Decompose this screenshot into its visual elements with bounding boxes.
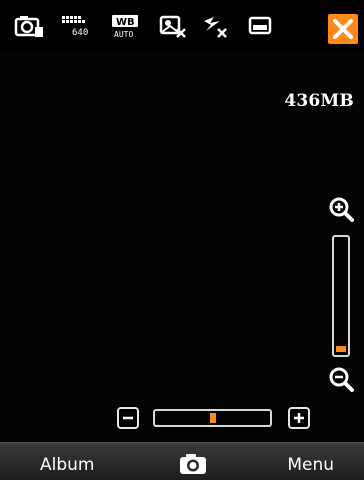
plus-icon — [294, 413, 304, 423]
storage-remaining: 436MB — [284, 91, 354, 111]
zoom-in-icon — [329, 197, 354, 222]
white-balance-auto-icon[interactable]: WB AUTO — [110, 13, 146, 39]
zoom-out-button[interactable] — [328, 366, 354, 392]
shutter-button[interactable] — [176, 452, 212, 476]
wb-label: WB — [116, 17, 135, 28]
exposure-decrease-button[interactable] — [117, 407, 139, 429]
close-icon — [333, 19, 353, 39]
shutter-camera-icon — [180, 454, 206, 474]
camera-settings-bar: 640 WB AUTO — [0, 0, 364, 50]
wb-sub-label: AUTO — [114, 30, 133, 39]
zoom-level-indicator[interactable] — [336, 346, 346, 352]
storage-card-icon[interactable] — [248, 13, 284, 39]
flash-off-icon[interactable] — [201, 13, 237, 39]
softkey-bar: Album Menu — [0, 442, 364, 480]
exposure-slider-thumb[interactable] — [210, 413, 216, 423]
camera-mode-icon[interactable] — [14, 13, 50, 39]
close-button[interactable] — [328, 14, 358, 44]
exposure-increase-button[interactable] — [288, 407, 310, 429]
zoom-in-button[interactable] — [328, 196, 354, 222]
effects-off-icon[interactable] — [158, 13, 194, 39]
zoom-out-icon — [329, 367, 354, 392]
camera-viewfinder[interactable]: 640 WB AUTO 436MB Album Menu — [0, 0, 364, 480]
exposure-slider[interactable] — [153, 409, 272, 427]
menu-softkey[interactable]: Menu — [287, 455, 334, 475]
zoom-slider[interactable] — [332, 235, 350, 357]
resolution-640-icon[interactable]: 640 — [60, 13, 96, 39]
album-softkey[interactable]: Album — [40, 455, 94, 475]
resolution-label: 640 — [72, 28, 88, 38]
minus-icon — [123, 416, 133, 420]
